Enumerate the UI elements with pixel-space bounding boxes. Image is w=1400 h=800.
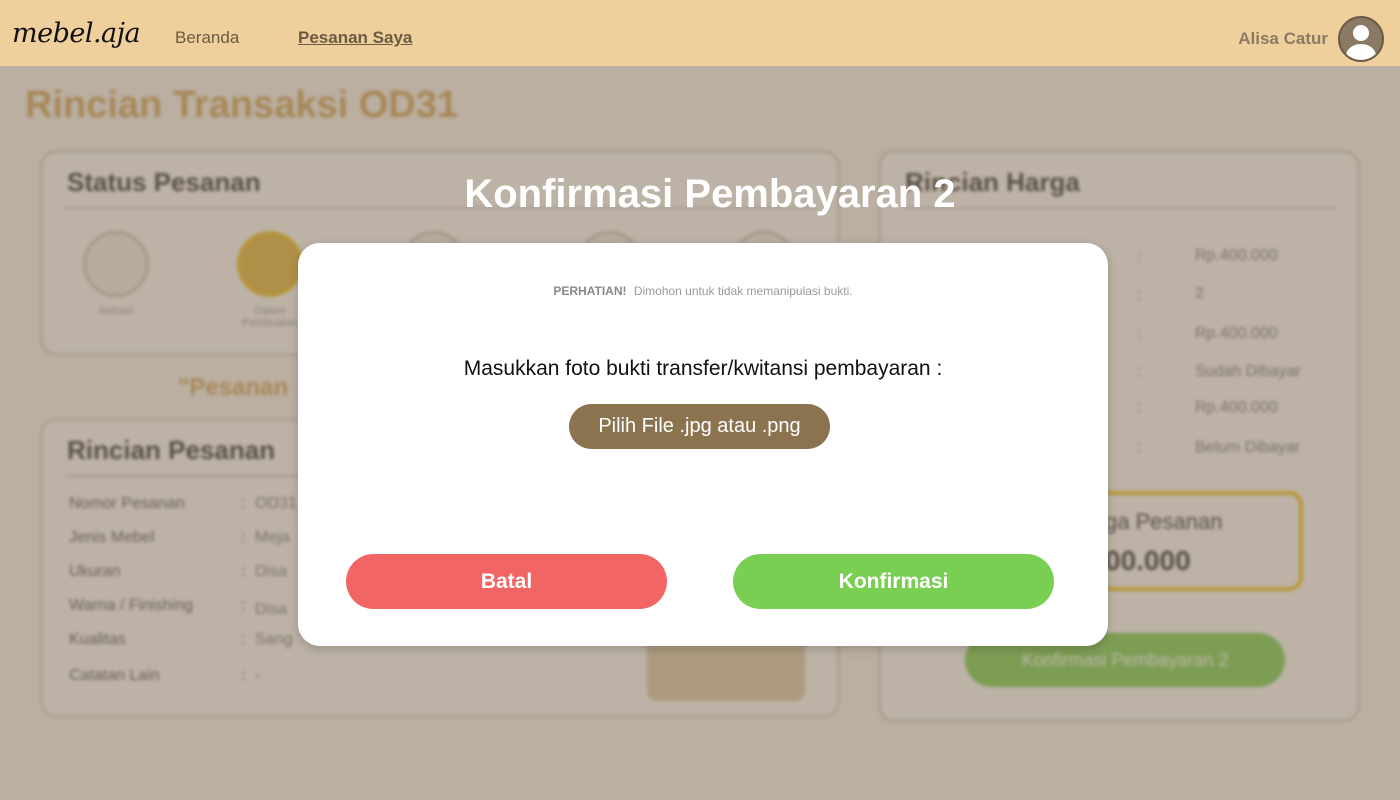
nav-link-pesanan-saya[interactable]: Pesanan Saya <box>298 28 412 48</box>
choose-file-button[interactable]: Pilih File .jpg atau .png <box>569 404 830 449</box>
nav-link-beranda[interactable]: Beranda <box>175 28 239 48</box>
avatar-head <box>1353 25 1369 41</box>
logo[interactable]: mebel.aja <box>12 18 141 49</box>
warning-text: Dimohon untuk tidak memanipulasi bukti. <box>633 284 853 298</box>
cancel-button[interactable]: Batal <box>346 554 667 609</box>
modal-title: Konfirmasi Pembayaran 2 <box>464 172 956 216</box>
warning-message: PERHATIAN! Dimohon untuk tidak memanipul… <box>298 284 1108 298</box>
confirm-button[interactable]: Konfirmasi <box>733 554 1054 609</box>
user-name[interactable]: Alisa Catur <box>1238 29 1328 49</box>
warning-label: PERHATIAN! <box>553 284 627 298</box>
payment-confirmation-modal: PERHATIAN! Dimohon untuk tidak memanipul… <box>298 243 1108 646</box>
navbar: mebel.aja Beranda Pesanan Saya Alisa Cat… <box>0 0 1400 66</box>
upload-instruction: Masukkan foto bukti transfer/kwitansi pe… <box>463 357 943 380</box>
user-avatar-icon[interactable] <box>1338 16 1384 62</box>
avatar-shoulders <box>1346 44 1376 60</box>
